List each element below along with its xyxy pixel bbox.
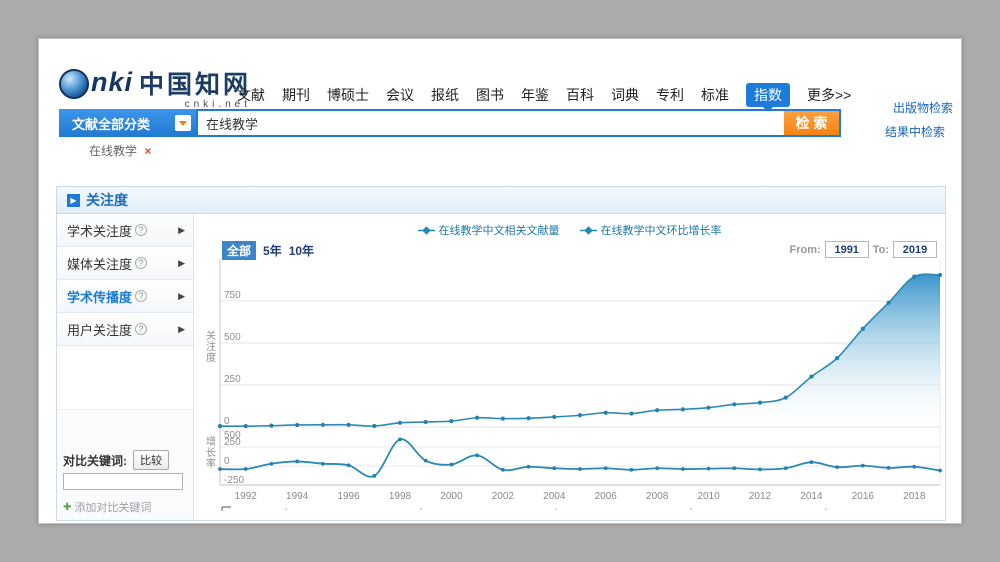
help-icon[interactable]: ? xyxy=(135,323,147,335)
cnki-logo[interactable]: nki 中国知网 cnki.net xyxy=(59,65,251,111)
trend-chart: 0250500750-25002505001992199419961998200… xyxy=(200,257,945,519)
svg-text:2006: 2006 xyxy=(595,491,618,502)
section-header: ▶ 关注度 xyxy=(57,187,945,214)
search-input-wrap: 检 索 xyxy=(196,109,841,137)
search-bar: 文献全部分类 检 索 xyxy=(59,109,841,137)
svg-text:增: 增 xyxy=(206,435,216,448)
section-title: 关注度 xyxy=(86,190,128,210)
svg-text:1994: 1994 xyxy=(286,491,309,502)
keyword-tag: 在线教学 × xyxy=(89,142,151,159)
svg-text:0: 0 xyxy=(224,456,230,467)
svg-text:250: 250 xyxy=(224,374,241,385)
legend-item-growth-rate[interactable]: 在线教学中文环比增长率 xyxy=(580,222,722,238)
sidebar-item-academic-attention[interactable]: 学术关注度 ? ▶ xyxy=(57,214,193,247)
svg-text:率: 率 xyxy=(206,457,216,470)
from-year-input[interactable] xyxy=(825,241,869,258)
svg-text:-250: -250 xyxy=(224,475,244,486)
arrow-right-icon: ▶ xyxy=(178,258,185,269)
svg-text:度: 度 xyxy=(206,351,216,364)
sidebar-item-academic-dissemination[interactable]: 学术传播度 ? ▶ xyxy=(57,280,193,313)
add-compare-keyword-link[interactable]: ✚ 添加对比关键词 xyxy=(63,499,151,515)
help-icon[interactable]: ? xyxy=(135,290,147,302)
compare-button[interactable]: 比较 xyxy=(133,450,169,470)
nav-item-index-active[interactable]: 指数 xyxy=(746,83,790,107)
to-label: To: xyxy=(873,244,889,256)
svg-text:500: 500 xyxy=(224,332,241,343)
compare-keyword-label: 对比关键词: xyxy=(63,452,127,469)
globe-icon xyxy=(59,69,89,99)
svg-text:2004: 2004 xyxy=(543,491,566,502)
nav-item-newspapers[interactable]: 报纸 xyxy=(431,85,459,105)
svg-text:2010: 2010 xyxy=(697,491,720,502)
arrow-right-icon: ▶ xyxy=(178,225,185,236)
help-icon[interactable]: ? xyxy=(135,224,147,236)
nav-item-patents[interactable]: 专利 xyxy=(656,85,684,105)
logo-chinese-name: 中国知网 xyxy=(139,65,251,101)
svg-text:1992: 1992 xyxy=(235,491,258,502)
svg-text:2008: 2008 xyxy=(646,491,669,502)
svg-text:1996: 1996 xyxy=(337,491,360,502)
to-year-input[interactable] xyxy=(893,241,937,258)
svg-text:2018: 2018 xyxy=(903,491,926,502)
svg-text:750: 750 xyxy=(224,290,241,301)
svg-text:500: 500 xyxy=(224,430,241,441)
svg-text:2000: 2000 xyxy=(440,491,463,502)
nav-item-standards[interactable]: 标准 xyxy=(701,85,729,105)
svg-text:2002: 2002 xyxy=(492,491,515,502)
svg-text:1998: 1998 xyxy=(389,491,412,502)
compare-panel: 对比关键词: 比较 ✚ 添加对比关键词 xyxy=(57,411,193,520)
search-button[interactable]: 检 索 xyxy=(784,111,839,135)
svg-text:2014: 2014 xyxy=(800,491,823,502)
svg-text:注: 注 xyxy=(206,340,216,353)
publication-search-link[interactable]: 出版物检索 xyxy=(893,99,953,116)
sidebar-item-user-attention[interactable]: 用户关注度 ? ▶ xyxy=(57,313,193,346)
date-range-controls: From: To: xyxy=(790,241,937,258)
from-label: From: xyxy=(790,244,821,256)
chart-area: 在线教学中文相关文献量 在线教学中文环比增长率 全部 5年 10年 From: … xyxy=(194,214,945,520)
svg-text:长: 长 xyxy=(206,447,216,459)
category-dropdown-label: 文献全部分类 xyxy=(72,114,150,133)
chevron-down-icon xyxy=(179,121,187,126)
nav-item-literature[interactable]: 文献 xyxy=(237,85,265,105)
search-input[interactable] xyxy=(198,111,784,135)
attention-section: ▶ 关注度 学术关注度 ? ▶ 媒体关注度 ? ▶ 学术传播度 ? xyxy=(56,186,946,521)
nav-item-books[interactable]: 图书 xyxy=(476,85,504,105)
cnki-page: nki 中国知网 cnki.net 文献 期刊 博硕士 会议 报纸 图书 年鉴 … xyxy=(38,38,962,524)
nav-item-journals[interactable]: 期刊 xyxy=(282,85,310,105)
help-icon[interactable]: ? xyxy=(135,257,147,269)
keyword-tag-text: 在线教学 xyxy=(89,144,137,158)
nav-item-theses[interactable]: 博硕士 xyxy=(327,85,369,105)
svg-text:2016: 2016 xyxy=(852,491,875,502)
search-within-results-link[interactable]: 结果中检索 xyxy=(885,123,945,140)
plus-icon: ✚ xyxy=(63,502,71,513)
legend-item-documents[interactable]: 在线教学中文相关文献量 xyxy=(418,222,560,238)
dropdown-chevron-box[interactable] xyxy=(175,115,191,131)
nav-item-dictionary[interactable]: 词典 xyxy=(611,85,639,105)
keyword-tag-close-icon[interactable]: × xyxy=(144,144,151,158)
category-dropdown[interactable]: 文献全部分类 xyxy=(59,109,196,137)
legend-marker-icon xyxy=(418,226,435,235)
sidebar-empty-panel xyxy=(57,346,193,410)
top-nav: 文献 期刊 博硕士 会议 报纸 图书 年鉴 百科 词典 专利 标准 指数 更多>… xyxy=(237,83,851,107)
svg-text:0: 0 xyxy=(224,416,230,427)
arrow-right-icon: ▶ xyxy=(178,291,185,302)
nav-item-more[interactable]: 更多>> xyxy=(807,85,851,105)
nav-item-conferences[interactable]: 会议 xyxy=(386,85,414,105)
legend-marker-icon xyxy=(580,226,597,235)
sidebar: 学术关注度 ? ▶ 媒体关注度 ? ▶ 学术传播度 ? ▶ 用户关注度 ? xyxy=(57,214,194,520)
svg-text:2012: 2012 xyxy=(749,491,772,502)
nav-item-encyclopedia[interactable]: 百科 xyxy=(566,85,594,105)
brand-text: nki xyxy=(91,67,133,98)
compare-keyword-input[interactable] xyxy=(63,473,183,490)
nav-item-yearbooks[interactable]: 年鉴 xyxy=(521,85,549,105)
sidebar-item-media-attention[interactable]: 媒体关注度 ? ▶ xyxy=(57,247,193,280)
play-icon: ▶ xyxy=(67,194,80,207)
chart-legend: 在线教学中文相关文献量 在线教学中文环比增长率 xyxy=(194,222,945,238)
svg-text:关: 关 xyxy=(206,329,216,342)
arrow-right-icon: ▶ xyxy=(178,324,185,335)
